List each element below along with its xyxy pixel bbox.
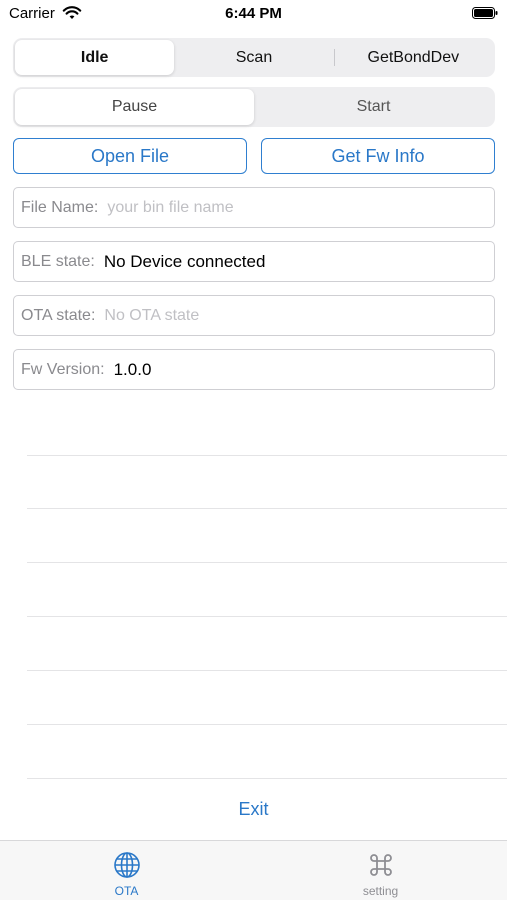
- fw-version-value: 1.0.0: [113, 359, 152, 379]
- ble-state-value: No Device connected: [103, 251, 266, 271]
- table-row-separator: [27, 670, 507, 671]
- file-name-field[interactable]: File Name: your bin file name: [13, 187, 495, 228]
- open-file-button[interactable]: Open File: [13, 138, 247, 174]
- segment-start[interactable]: Start: [254, 89, 493, 125]
- ota-state-field: OTA state: No OTA state: [13, 295, 495, 336]
- segment-getbonddev[interactable]: GetBondDev: [333, 40, 493, 75]
- ble-state-field: BLE state: No Device connected: [13, 241, 495, 282]
- segment-idle[interactable]: Idle: [15, 40, 175, 75]
- ota-state-placeholder: No OTA state: [104, 306, 200, 324]
- table-row-separator: [27, 724, 507, 725]
- segment-scan[interactable]: Scan: [174, 40, 333, 75]
- segment-pause[interactable]: Pause: [15, 89, 254, 125]
- globe-icon: [113, 852, 140, 878]
- status-bar: Carrier 6:44 PM: [0, 0, 507, 28]
- tab-setting[interactable]: setting: [254, 841, 507, 901]
- ble-state-label: BLE state:: [21, 252, 95, 270]
- tab-setting-label: setting: [362, 884, 399, 898]
- exit-button[interactable]: Exit: [0, 799, 507, 820]
- table-row-separator: [27, 616, 507, 617]
- fw-version-label: Fw Version:: [21, 360, 105, 378]
- table-row-separator: [27, 508, 507, 509]
- command-icon: [369, 854, 392, 876]
- mode-segmented-control: Idle Scan GetBondDev: [13, 38, 495, 77]
- file-name-label: File Name:: [21, 198, 99, 216]
- battery-icon: [472, 7, 498, 19]
- run-segmented-control: Pause Start: [13, 87, 495, 127]
- clock: 6:44 PM: [225, 5, 282, 22]
- table-row-separator: [27, 778, 507, 779]
- tab-ota[interactable]: OTA: [0, 841, 253, 901]
- table-row-separator: [27, 455, 507, 456]
- file-name-placeholder: your bin file name: [107, 198, 234, 216]
- tab-bar: OTA setting: [0, 840, 507, 900]
- get-fw-info-button[interactable]: Get Fw Info: [261, 138, 495, 174]
- ota-state-label: OTA state:: [21, 306, 96, 324]
- fw-version-field: Fw Version: 1.0.0: [13, 349, 495, 390]
- tab-ota-label: OTA: [114, 884, 139, 898]
- table-row-separator: [27, 562, 507, 563]
